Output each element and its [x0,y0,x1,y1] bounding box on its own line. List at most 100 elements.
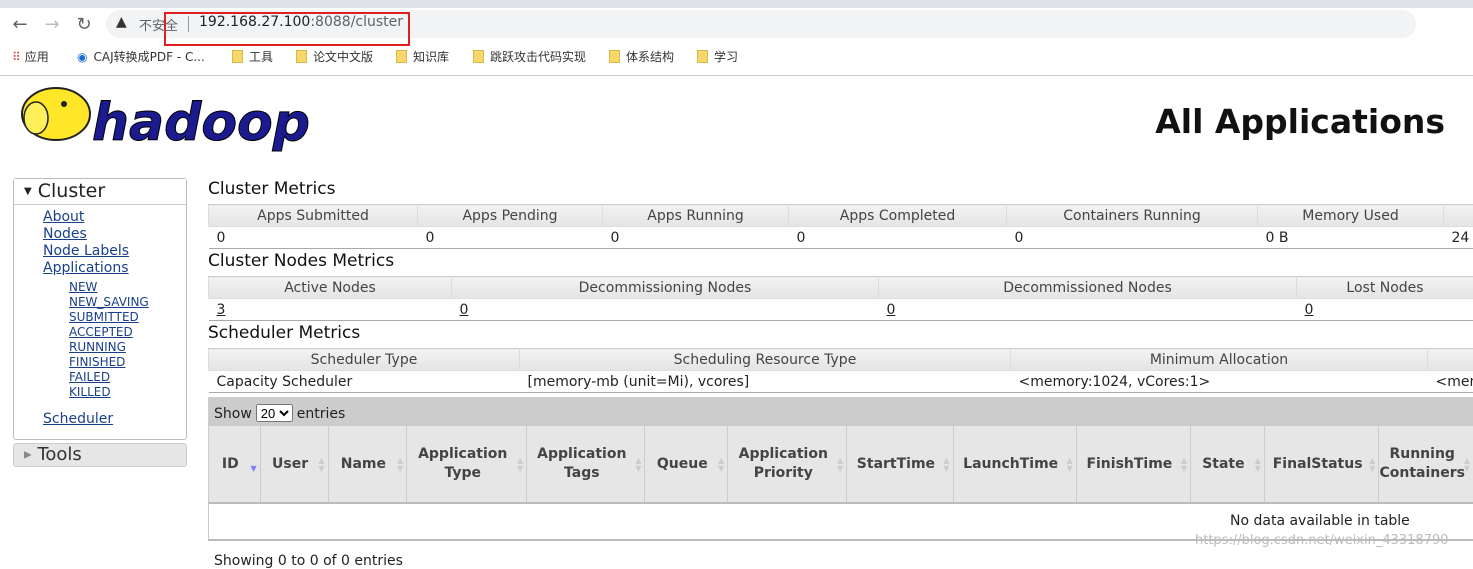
sidebar-state-submitted[interactable]: SUBMITTED [69,310,139,324]
folder-icon [609,50,620,63]
column-header-queue[interactable]: Queue▲▼ [645,426,728,503]
sidebar-state-accepted[interactable]: ACCEPTED [69,325,133,339]
bookmark-folder[interactable]: 跳跃攻击代码实现 [473,48,586,65]
forward-icon[interactable]: → [42,14,62,35]
bookmark-label: 知识库 [413,48,449,65]
folder-icon [396,50,407,63]
sidebar-tools-label: Tools [37,444,81,465]
sort-icon: ▲▼ [397,457,403,473]
metric-value: <memory [1428,371,1473,393]
sidebar-state-killed[interactable]: KILLED [69,385,111,399]
column-header-id[interactable]: ID▼ [209,426,261,503]
sort-icon: ▲▼ [943,457,949,473]
sort-icon: ▲▼ [318,457,324,473]
col-header [1428,349,1473,371]
column-header-label: User [272,456,308,472]
cluster-metrics-table: Apps SubmittedApps PendingApps RunningAp… [208,204,1473,249]
back-icon[interactable]: ← [10,14,30,35]
sidebar-item-about[interactable]: About [43,209,84,225]
column-header-starttime[interactable]: StartTime▲▼ [847,426,953,503]
col-header: Decommissioning Nodes [452,277,879,299]
sidebar-item-nodes[interactable]: Nodes [43,226,87,242]
sort-icon: ▲▼ [1181,457,1187,473]
sidebar-item-scheduler[interactable]: Scheduler [43,411,113,427]
decommissioning-nodes-link[interactable]: 0 [460,302,469,318]
table-info: Showing 0 to 0 of 0 entries [214,553,403,569]
decommissioned-nodes-link[interactable]: 0 [887,302,896,318]
page-size-select[interactable]: 20 [256,404,293,422]
folder-icon [296,50,307,63]
sort-icon: ▲▼ [1067,457,1073,473]
column-header-label: FinalStatus [1273,456,1363,472]
sidebar-state-failed[interactable]: FAILED [69,370,110,384]
bookmark-apps[interactable]: ⠿应用 [12,48,49,65]
column-header-label: Application Tags [537,446,626,481]
bookmarks-bar: ⠿应用 ◉CAJ转换成PDF - C... 工具 论文中文版 知识库 跳跃攻击代… [0,42,1473,72]
col-header: Apps Completed [789,205,1007,227]
applications-table: ID▼User▲▼Name▲▼Application Type▲▼Applica… [208,426,1473,504]
column-header-application-tags[interactable]: Application Tags▲▼ [527,426,645,503]
sidebar-state-new[interactable]: NEW [69,280,97,294]
metric-value: [memory-mb (unit=Mi), vcores] [520,371,1011,393]
caret-right-icon: ▶ [24,450,32,461]
divider [0,75,1473,76]
column-header-label: Name [341,456,386,472]
bookmark-folder[interactable]: 体系结构 [609,48,674,65]
column-header-user[interactable]: User ▲▼ [260,426,328,503]
svg-text:hadoop: hadoop [92,93,310,153]
metric-value: 0 [789,227,1007,249]
column-header-launchtime[interactable]: LaunchTime▲▼ [953,426,1076,503]
metric-value: 0 [418,227,603,249]
column-header-label: State [1202,456,1244,472]
folder-icon [697,50,708,63]
col-header: Apps Running [603,205,789,227]
col-header [1444,205,1473,227]
col-header: Decommissioned Nodes [879,277,1297,299]
bookmark-folder[interactable]: 学习 [697,48,738,65]
column-header-label: FinishTime [1086,456,1172,472]
scheduler-metrics-title: Scheduler Metrics [208,323,360,343]
lost-nodes-link[interactable]: 0 [1305,302,1314,318]
bookmark-folder[interactable]: 知识库 [396,48,449,65]
warning-icon[interactable]: ▲ [116,14,127,30]
show-label: Show [214,406,252,422]
column-header-finishtime[interactable]: FinishTime ▲▼ [1076,426,1190,503]
column-header-label: ID [222,456,239,472]
page-title: All Applications [1155,102,1445,141]
sidebar-cluster-header[interactable]: ▼ Cluster [14,179,186,205]
bookmark-label: 体系结构 [626,48,674,65]
sort-icon: ▲▼ [1464,457,1470,473]
sidebar-tools-header[interactable]: ▶ Tools [13,443,187,467]
highlight-box [164,12,410,46]
bookmark-caj[interactable]: ◉CAJ转换成PDF - C... [77,48,205,65]
bookmark-folder[interactable]: 工具 [232,48,273,65]
sidebar-state-running[interactable]: RUNNING [69,340,126,354]
column-header-running-containers[interactable]: Running Containers▲▼ [1379,426,1473,503]
apps-grid-icon: ⠿ [12,50,19,64]
column-header-finalstatus[interactable]: FinalStatus▲▼ [1264,426,1379,503]
active-nodes-link[interactable]: 3 [217,302,226,318]
sidebar-item-node-labels[interactable]: Node Labels [43,243,129,259]
column-header-label: Running Containers [1379,446,1465,481]
column-header-application-priority[interactable]: Application Priority▲▼ [728,426,847,503]
column-header-state[interactable]: State▲▼ [1190,426,1264,503]
sidebar-item-applications[interactable]: Applications [43,260,129,276]
sidebar-state-new-saving[interactable]: NEW_SAVING [69,295,149,309]
col-header: Active Nodes [209,277,452,299]
sidebar-state-finished[interactable]: FINISHED [69,355,125,369]
watermark: https://blog.csdn.net/weixin_43318790 [1195,533,1449,548]
col-header: Memory Used [1258,205,1444,227]
col-header: Apps Submitted [209,205,418,227]
bookmark-label: 论文中文版 [313,48,373,65]
reload-icon[interactable]: ↻ [74,14,94,35]
column-header-name[interactable]: Name ▲▼ [328,426,407,503]
scheduler-metrics-table: Scheduler TypeScheduling Resource TypeMi… [208,348,1473,393]
entries-label: entries [297,406,346,422]
sidebar: ▼ Cluster About Nodes Node Labels Applic… [13,178,187,440]
metric-value: 0 [1007,227,1258,249]
bookmark-folder[interactable]: 论文中文版 [296,48,373,65]
bookmark-label: 跳跃攻击代码实现 [490,48,586,65]
metric-value: 24 GB [1444,227,1473,249]
column-header-label: Application Priority [739,446,828,481]
column-header-application-type[interactable]: Application Type▲▼ [407,426,527,503]
